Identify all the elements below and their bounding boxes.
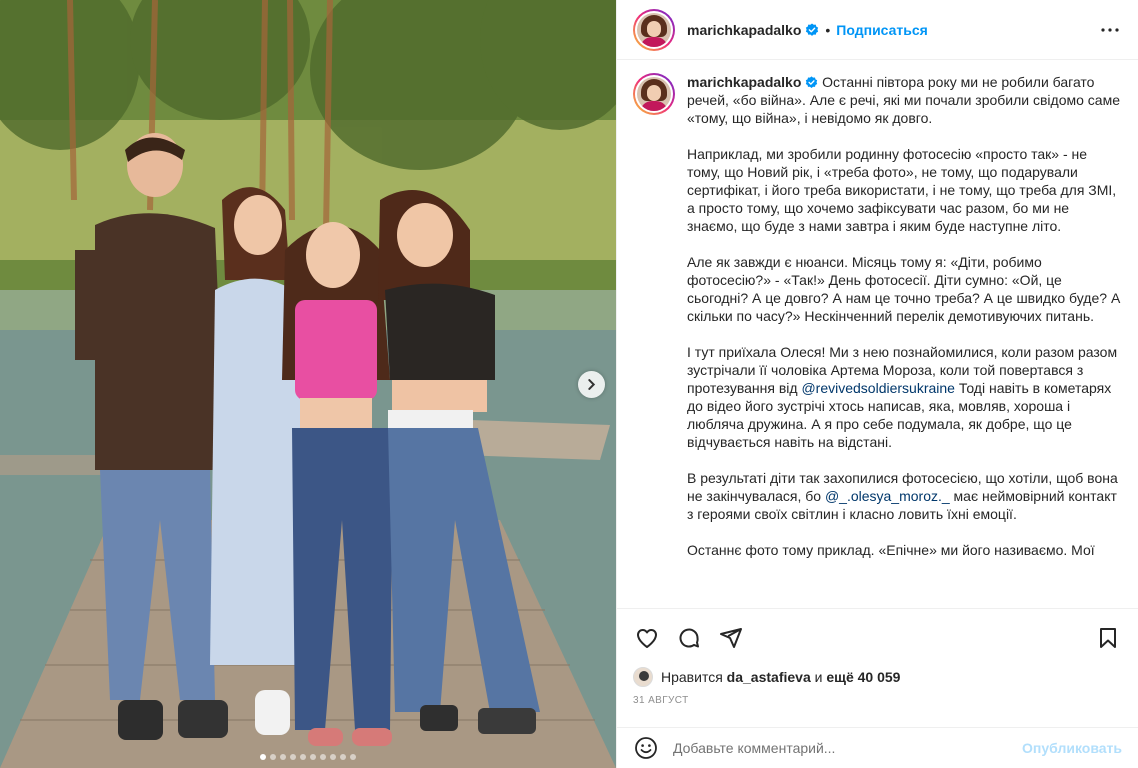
carousel-dot (280, 754, 286, 760)
chevron-right-icon (588, 379, 596, 390)
caption-paragraph: В результаті діти так захопилися фотосес… (687, 469, 1122, 523)
caption-username[interactable]: marichkapadalko (687, 74, 801, 90)
heart-icon (637, 629, 657, 648)
more-options-icon (1101, 27, 1119, 32)
like-button[interactable] (633, 624, 661, 652)
paper-plane-icon (720, 628, 742, 648)
carousel-dot (320, 754, 326, 760)
mention-link[interactable]: @revivedsoldiersukraine (801, 380, 955, 396)
caption-paragraph: Останнє фото тому приклад. «Епічне» ми й… (687, 542, 1095, 558)
comment-input[interactable] (673, 740, 1023, 756)
carousel-dot (340, 754, 346, 760)
carousel-dot (310, 754, 316, 760)
likes-and: и (814, 669, 823, 685)
bookmark-icon (1100, 628, 1116, 648)
post-header: marichkapadalko • Подписаться (617, 0, 1138, 60)
caption-paragraph: marichkapadalko Останні півтора року ми … (687, 73, 1122, 127)
verified-badge-icon (806, 76, 818, 88)
likes-prefix: Нравится (661, 669, 723, 685)
caption-section: marichkapadalko Останні півтора року ми … (617, 61, 1138, 608)
follow-button[interactable]: Подписаться (836, 22, 928, 38)
comment-button[interactable] (675, 624, 703, 652)
carousel-dot (350, 754, 356, 760)
caption-avatar[interactable] (633, 73, 675, 115)
post-date[interactable]: 31 август (633, 695, 1122, 706)
separator-dot: • (825, 21, 831, 38)
more-options-button[interactable] (1098, 18, 1122, 42)
family-photo-illustration (0, 0, 616, 768)
post-actions: Нравится da_astafieva и ещё 40 059 31 ав… (617, 608, 1138, 706)
save-button[interactable] (1094, 624, 1122, 652)
comment-icon (679, 628, 699, 648)
post-photo[interactable] (0, 0, 616, 768)
liker-username[interactable]: da_astafieva (727, 669, 811, 685)
post-modal: marichkapadalko • Подписаться marichkapa… (0, 0, 1138, 768)
carousel-next-button[interactable] (578, 371, 605, 398)
publish-button[interactable]: Опубликовать (1022, 740, 1122, 756)
likes-summary: Нравится da_astafieva и ещё 40 059 (633, 667, 1122, 687)
carousel-dot (290, 754, 296, 760)
avatar[interactable] (633, 8, 675, 51)
mention-link[interactable]: @_.olesya_moroz._ (825, 488, 950, 504)
likes-count[interactable]: ещё 40 059 (826, 669, 900, 685)
carousel-dot (330, 754, 336, 760)
carousel-indicator (0, 754, 616, 760)
caption-text: marichkapadalko Останні півтора року ми … (687, 73, 1122, 608)
caption-paragraph: Але як завжди є нюанси. Місяць тому я: «… (687, 254, 1121, 324)
carousel-dot (260, 754, 266, 760)
comment-bar: Опубликовать (617, 727, 1138, 768)
post-sidebar: marichkapadalko • Подписаться marichkapa… (616, 0, 1138, 768)
carousel-dot (300, 754, 306, 760)
emoji-button[interactable] (633, 735, 659, 761)
verified-badge-icon (806, 22, 819, 36)
author-username[interactable]: marichkapadalko (687, 22, 801, 38)
share-button[interactable] (717, 624, 745, 652)
caption-paragraph: Наприклад, ми зробили родинну фотосесію … (687, 146, 1117, 234)
smiley-icon (635, 737, 657, 759)
carousel-dot (270, 754, 276, 760)
caption-paragraph: І тут приїхала Олеся! Ми з нею познайоми… (687, 343, 1122, 451)
liker-avatar[interactable] (633, 667, 653, 687)
